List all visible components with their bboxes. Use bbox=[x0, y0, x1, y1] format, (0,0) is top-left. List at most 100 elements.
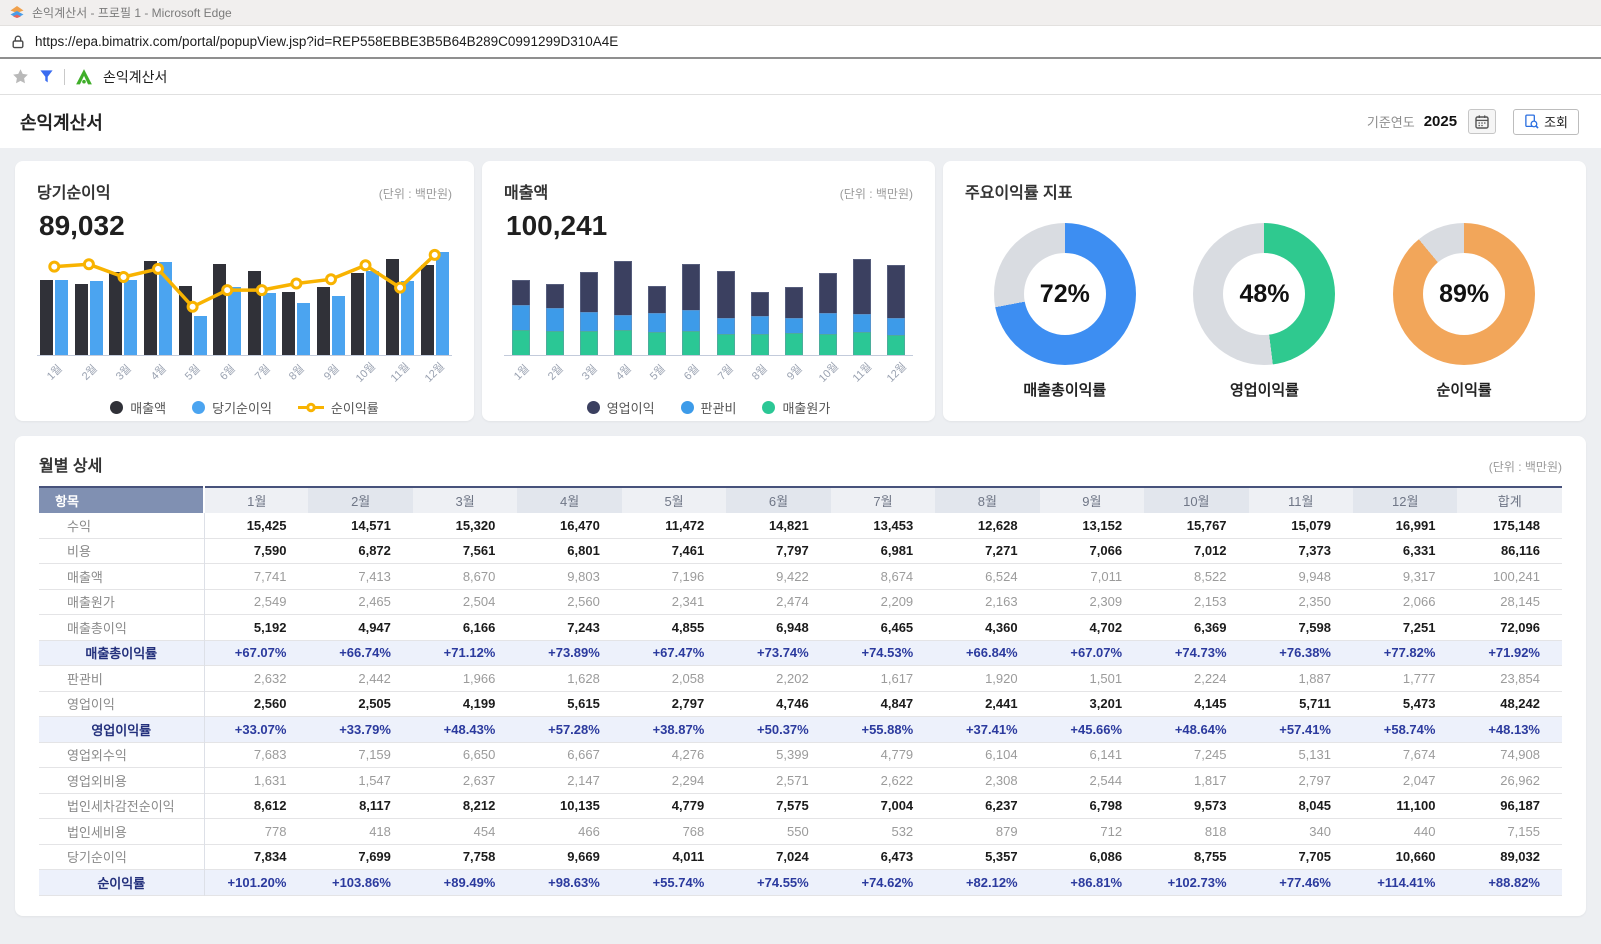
bar bbox=[317, 287, 330, 355]
bar-segment bbox=[751, 334, 769, 355]
calendar-icon bbox=[1474, 114, 1490, 130]
table-cell: 2,341 bbox=[622, 589, 726, 615]
stacked-bar bbox=[614, 261, 632, 355]
table-cell: 5,711 bbox=[1249, 691, 1353, 717]
stacked-bar bbox=[580, 272, 598, 355]
bar-segment bbox=[546, 284, 564, 308]
bar bbox=[109, 272, 122, 356]
table-cell: 4,779 bbox=[831, 742, 935, 768]
table-cell: 7,834 bbox=[204, 844, 308, 870]
table-cell: 2,441 bbox=[935, 691, 1039, 717]
bar bbox=[436, 252, 449, 355]
table-cell: 4,847 bbox=[831, 691, 935, 717]
table-header-cell: 합계 bbox=[1457, 487, 1562, 513]
bar-group bbox=[141, 250, 176, 355]
profit-ratio-card-title: 주요이익률 지표 bbox=[965, 179, 1073, 203]
x-axis-label: 1월 bbox=[504, 356, 538, 388]
legend-label: 순이익률 bbox=[331, 398, 379, 417]
table-cell: 7,561 bbox=[413, 538, 517, 564]
legend-label: 매출원가 bbox=[782, 398, 830, 417]
table-cell: 6,166 bbox=[413, 615, 517, 641]
table-cell: 28,145 bbox=[1457, 589, 1562, 615]
bar bbox=[282, 292, 295, 355]
table-row: 비용7,5906,8727,5616,8017,4617,7976,9817,2… bbox=[39, 538, 1562, 564]
legend-dot-marker bbox=[192, 401, 205, 414]
table-cell: 8,212 bbox=[413, 793, 517, 819]
donut-label: 매출총이익률 bbox=[1023, 379, 1106, 400]
dashboard: 당기순이익 (단위 : 백만원) 89,032 1월2월3월4월5월6월7월8월… bbox=[0, 148, 1601, 929]
window-titlebar: 손익계산서 - 프로필 1 - Microsoft Edge bbox=[0, 0, 1601, 26]
table-cell: 2,622 bbox=[831, 768, 935, 794]
table-cell: 10,135 bbox=[517, 793, 621, 819]
table-cell: 89,032 bbox=[1457, 844, 1562, 870]
base-year-value[interactable]: 2025 bbox=[1424, 113, 1457, 130]
bar bbox=[263, 293, 276, 355]
table-cell: +57.41% bbox=[1249, 717, 1353, 743]
table-cell: 4,011 bbox=[622, 844, 726, 870]
x-axis-label: 12월 bbox=[417, 356, 452, 388]
bar bbox=[40, 280, 53, 355]
table-cell: 2,560 bbox=[517, 589, 621, 615]
table-cell: 7,155 bbox=[1457, 819, 1562, 845]
table-cell: 15,079 bbox=[1249, 513, 1353, 539]
bar-group bbox=[383, 250, 418, 355]
bar-segment bbox=[853, 314, 871, 332]
donut-ring: 89% bbox=[1393, 223, 1535, 365]
table-cell: 100,241 bbox=[1457, 564, 1562, 590]
bookmark-bar: 손익계산서 bbox=[0, 59, 1601, 95]
revenue-chart-xlabels: 1월2월3월4월5월6월7월8월9월10월11월12월 bbox=[504, 356, 913, 388]
bar-segment bbox=[580, 272, 598, 313]
table-cell: 7,575 bbox=[726, 793, 830, 819]
table-cell: +86.81% bbox=[1040, 870, 1144, 896]
star-icon[interactable] bbox=[12, 68, 29, 85]
bimatrix-logo-icon[interactable] bbox=[75, 68, 93, 86]
table-cell: 2,571 bbox=[726, 768, 830, 794]
x-axis-label: 3월 bbox=[572, 356, 606, 388]
stack-group bbox=[504, 250, 538, 355]
bookmark-item[interactable]: 손익계산서 bbox=[103, 67, 167, 87]
table-cell: +45.66% bbox=[1040, 717, 1144, 743]
stacked-bar bbox=[717, 271, 735, 355]
stacked-bar bbox=[546, 284, 564, 355]
bar bbox=[351, 273, 364, 355]
calendar-button[interactable] bbox=[1468, 109, 1496, 134]
bar-segment bbox=[512, 330, 530, 355]
table-cell: 2,350 bbox=[1249, 589, 1353, 615]
stacked-bar bbox=[682, 264, 700, 355]
table-cell: 14,571 bbox=[308, 513, 412, 539]
table-cell: 9,803 bbox=[517, 564, 621, 590]
legend-dot-marker bbox=[110, 401, 123, 414]
table-cell: 2,202 bbox=[726, 666, 830, 692]
table-cell: 1,501 bbox=[1040, 666, 1144, 692]
row-label: 영업외수익 bbox=[39, 742, 204, 768]
filter-icon[interactable] bbox=[39, 69, 54, 84]
x-axis-label: 2월 bbox=[538, 356, 572, 388]
table-cell: +77.46% bbox=[1249, 870, 1353, 896]
bar-segment bbox=[785, 333, 803, 355]
table-cell: +33.07% bbox=[204, 717, 308, 743]
table-cell: +38.87% bbox=[622, 717, 726, 743]
table-header-cell: 5월 bbox=[622, 487, 726, 513]
table-cell: 9,573 bbox=[1144, 793, 1248, 819]
table-cell: +73.74% bbox=[726, 640, 830, 666]
row-label: 매출총이익률 bbox=[39, 640, 204, 666]
table-cell: 4,855 bbox=[622, 615, 726, 641]
bar-segment bbox=[785, 287, 803, 318]
table-cell: 7,245 bbox=[1144, 742, 1248, 768]
search-button[interactable]: 조회 bbox=[1513, 109, 1579, 135]
table-row: 영업외비용1,6311,5472,6372,1472,2942,5712,622… bbox=[39, 768, 1562, 794]
donut-chart: 48%영업이익률 bbox=[1193, 223, 1335, 400]
table-cell: +48.13% bbox=[1457, 717, 1562, 743]
bar bbox=[194, 316, 207, 355]
table-cell: 1,631 bbox=[204, 768, 308, 794]
table-cell: 879 bbox=[935, 819, 1039, 845]
bar-group bbox=[210, 250, 245, 355]
table-cell: 3,201 bbox=[1040, 691, 1144, 717]
table-cell: 7,758 bbox=[413, 844, 517, 870]
window-app-icon bbox=[9, 5, 25, 21]
url-text[interactable]: https://epa.bimatrix.com/portal/popupVie… bbox=[35, 34, 618, 49]
table-cell: +101.20% bbox=[204, 870, 308, 896]
address-bar[interactable]: https://epa.bimatrix.com/portal/popupVie… bbox=[0, 26, 1601, 59]
bar bbox=[228, 287, 241, 355]
bar bbox=[159, 262, 172, 355]
